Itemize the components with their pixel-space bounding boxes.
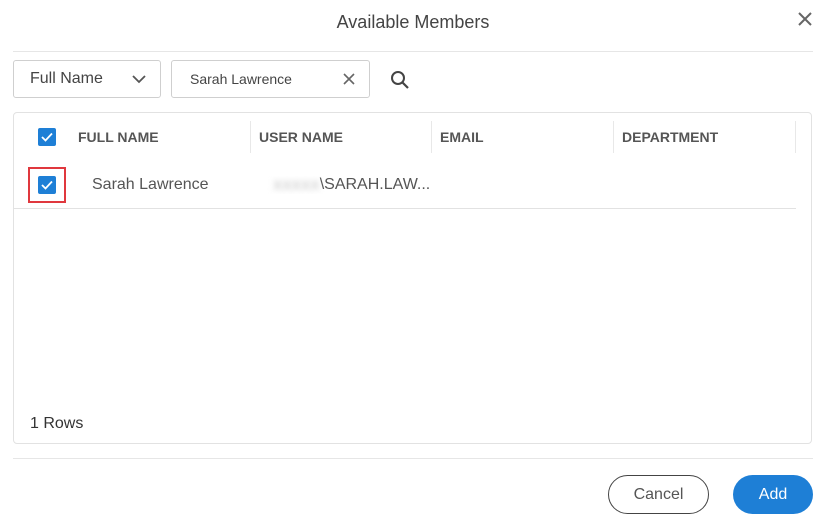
row-select-cell — [14, 161, 84, 208]
cell-full-name: Sarah Lawrence — [92, 175, 209, 193]
available-members-dialog: Available Members Full Name Sarah Lawren… — [0, 0, 826, 526]
close-button[interactable] — [796, 10, 814, 28]
select-all-checkbox[interactable] — [38, 128, 56, 146]
column-header-user-name[interactable]: USER NAME — [251, 121, 432, 153]
search-button[interactable] — [388, 68, 412, 92]
footer-divider — [13, 458, 813, 459]
close-icon — [798, 12, 812, 26]
row-checkbox-highlight — [28, 166, 66, 203]
search-icon — [391, 71, 409, 89]
cancel-button[interactable]: Cancel — [608, 475, 709, 514]
search-input[interactable] — [190, 71, 330, 87]
grid-header: FULL NAME USER NAME EMAIL DEPARTMENT — [14, 113, 796, 161]
column-header-email[interactable]: EMAIL — [432, 121, 614, 153]
clear-search-button[interactable] — [343, 73, 355, 85]
clear-icon — [343, 73, 355, 85]
search-field-select-value: Full Name — [30, 70, 103, 87]
user-name-visible: \SARAH.LAW... — [319, 175, 431, 193]
header-divider — [13, 51, 813, 52]
members-grid: FULL NAME USER NAME EMAIL DEPARTMENT Sar… — [13, 112, 812, 444]
checkmark-icon — [41, 132, 53, 142]
search-input-wrapper — [171, 60, 370, 98]
header-select-all-cell — [14, 121, 70, 153]
table-row[interactable]: Sarah Lawrence XXXXX \SARAH.LAW... — [14, 161, 796, 209]
chevron-down-icon — [132, 75, 146, 84]
add-button[interactable]: Add — [733, 475, 813, 514]
dialog-title: Available Members — [336, 12, 490, 32]
row-checkbox[interactable] — [38, 175, 56, 194]
cell-user-name: XXXXX \SARAH.LAW... — [265, 176, 446, 194]
column-header-full-name[interactable]: FULL NAME — [70, 121, 251, 153]
checkmark-icon — [41, 180, 53, 190]
row-count: 1 Rows — [30, 415, 84, 432]
redacted-domain: XXXXX — [273, 176, 320, 193]
search-field-select[interactable]: Full Name — [13, 60, 161, 98]
column-header-department[interactable]: DEPARTMENT — [614, 121, 796, 153]
